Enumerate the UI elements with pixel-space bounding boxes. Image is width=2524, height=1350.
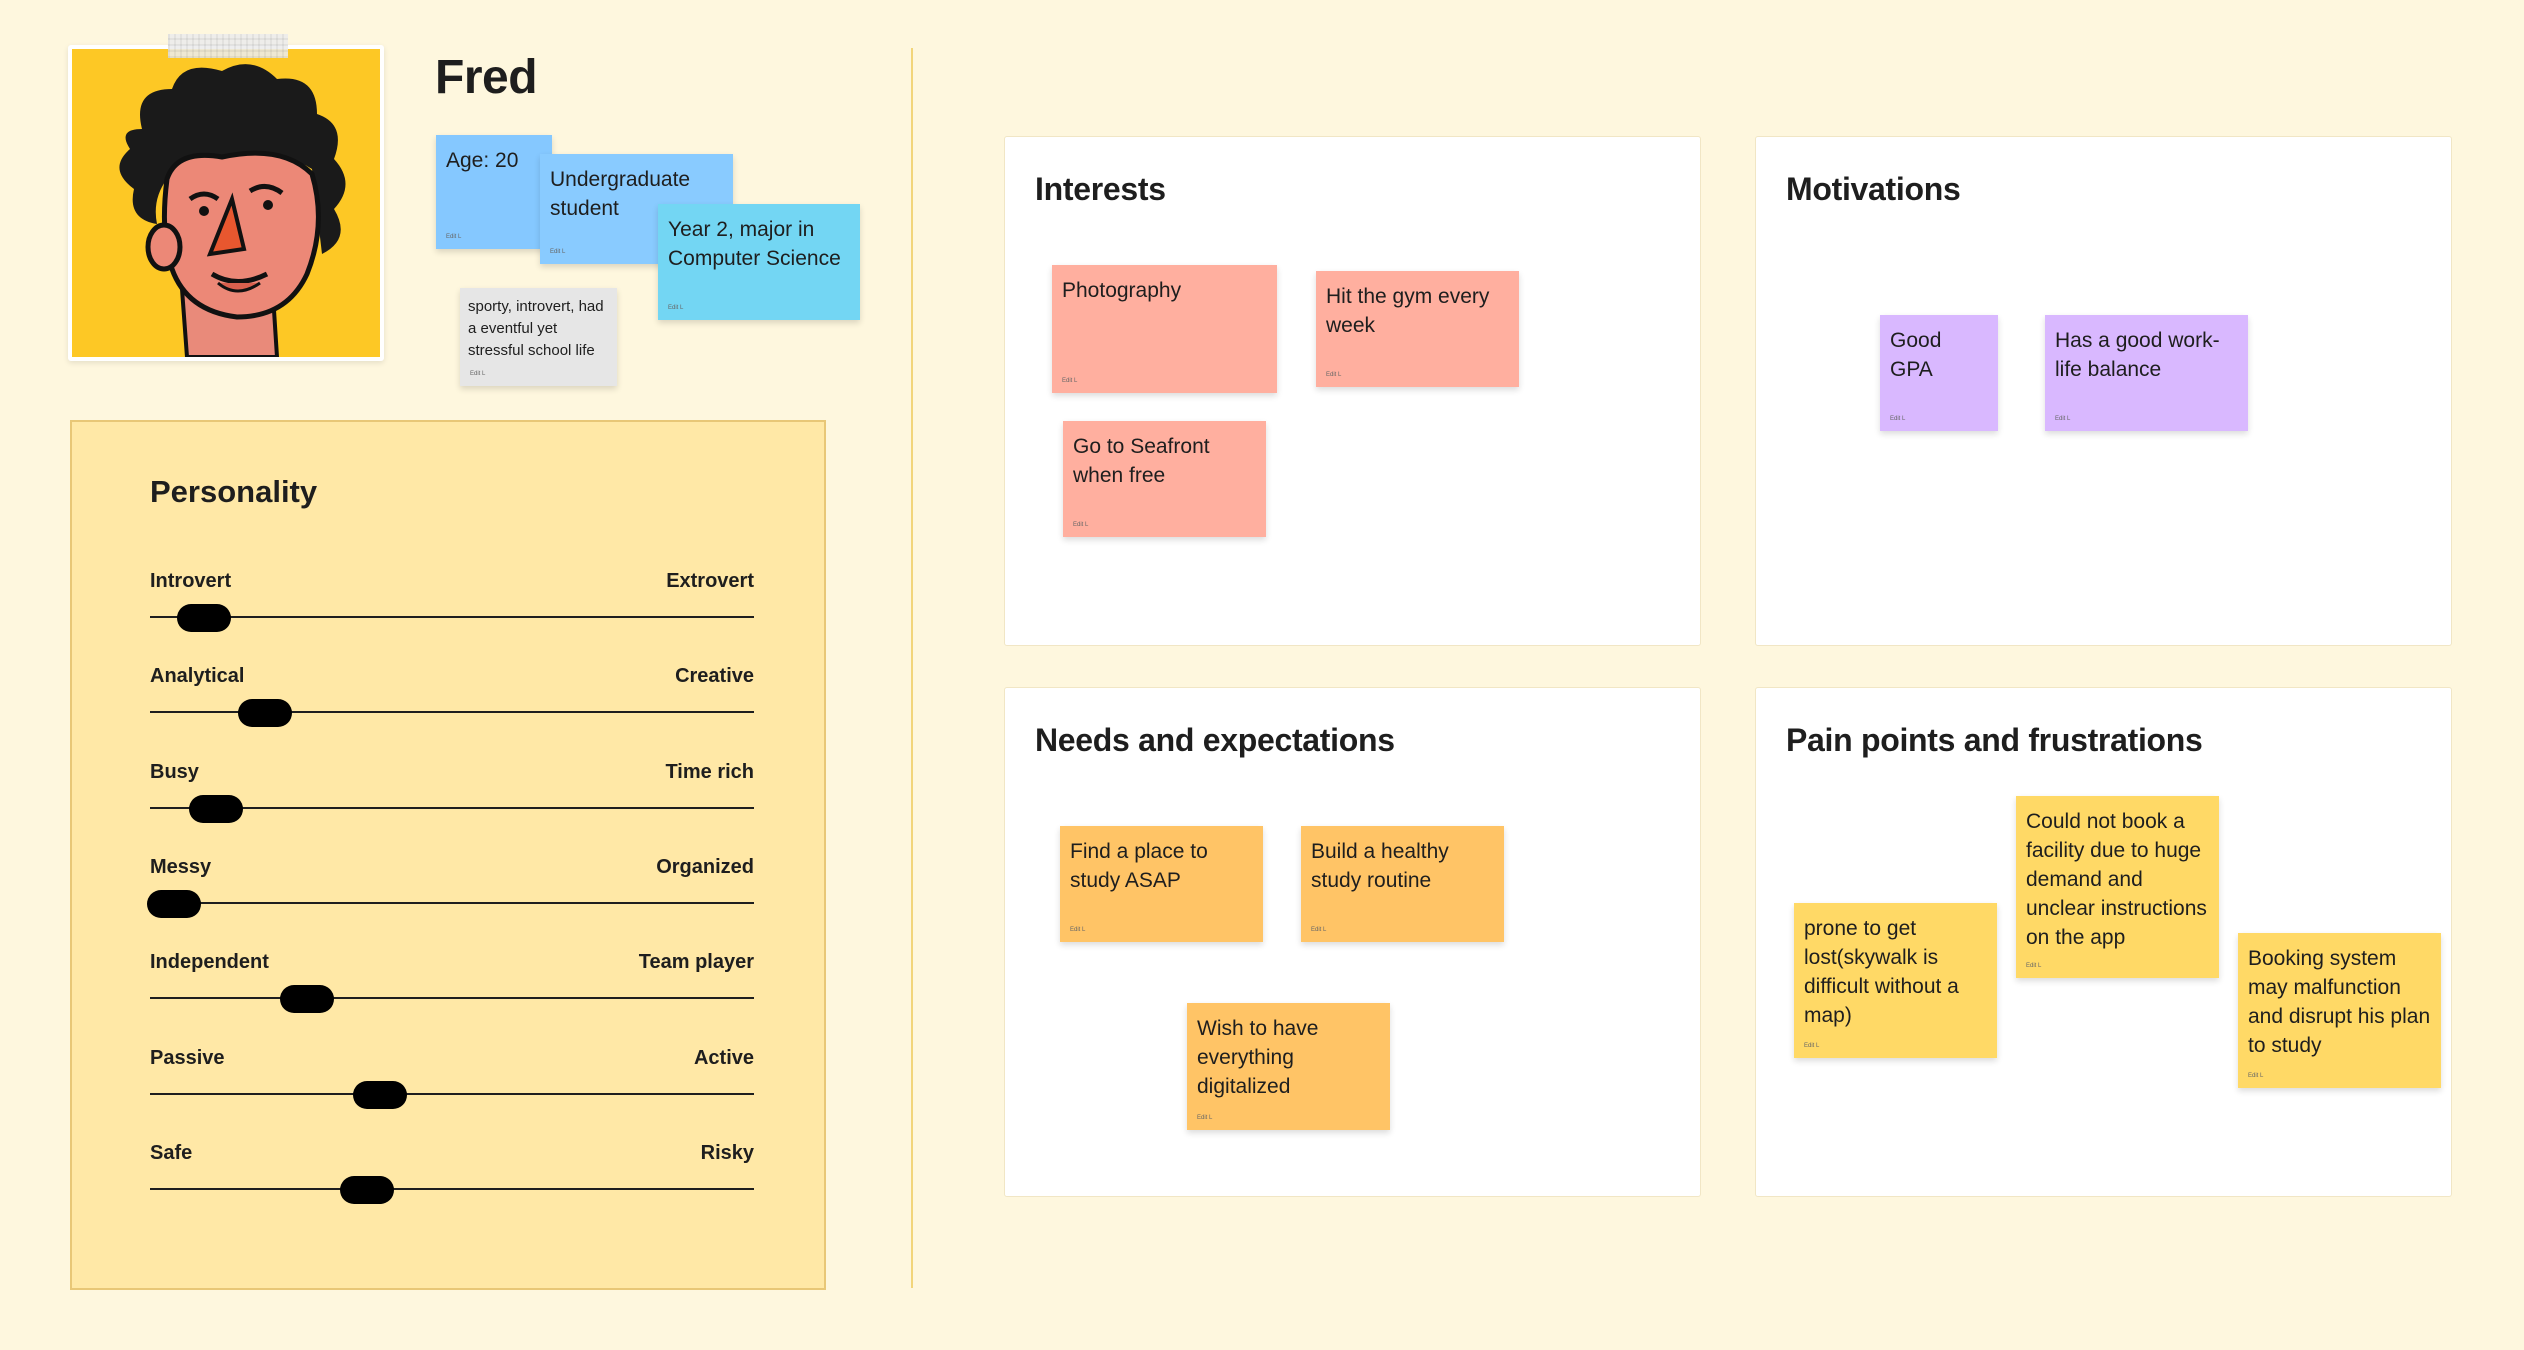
slider-right-label: Risky — [700, 1142, 754, 1164]
panel-motivations: Motivations Good GPA Edit L Has a good w… — [1755, 136, 2452, 646]
sticky-author: Edit L — [550, 249, 566, 255]
slider-left-label: Busy — [150, 761, 199, 783]
personality-slider[interactable]: Analytical Creative — [150, 665, 754, 735]
sticky-note[interactable]: Has a good work-life balance Edit L — [2045, 315, 2248, 431]
sticky-text: Wish to have everything digitalized — [1197, 1017, 1319, 1098]
sticky-author: Edit L — [1804, 1043, 1820, 1049]
sticky-text: Good GPA — [1890, 329, 1942, 381]
sticky-text: Booking system may malfunction and disru… — [2248, 947, 2431, 1057]
vertical-divider — [911, 48, 913, 1288]
sticky-author: Edit L — [1070, 927, 1086, 933]
slider-right-label: Creative — [675, 665, 754, 687]
sticky-text: Has a good work-life balance — [2055, 329, 2220, 381]
sticky-author: Edit L — [1197, 1115, 1213, 1121]
personality-slider[interactable]: Safe Risky — [150, 1142, 754, 1212]
avatar-illustration — [119, 64, 346, 357]
sticky-author: Edit L — [1073, 522, 1089, 528]
slider-thumb[interactable] — [177, 604, 232, 632]
personality-slider[interactable]: Introvert Extrovert — [150, 570, 754, 640]
slider-right-label: Team player — [638, 951, 754, 973]
sticky-note-age[interactable]: Age: 20 Edit L — [436, 135, 552, 249]
sticky-author: Edit L — [470, 371, 486, 377]
persona-name[interactable]: Fred — [435, 50, 538, 105]
panel-title: Needs and expectations — [1035, 722, 1395, 758]
sticky-text: Age: 20 — [446, 149, 519, 172]
slider-track[interactable] — [150, 997, 754, 999]
sticky-note[interactable]: prone to get lost(skywalk is difficult w… — [1794, 903, 1997, 1058]
slider-right-label: Organized — [656, 856, 754, 878]
sticky-note[interactable]: Hit the gym every week Edit L — [1316, 271, 1519, 387]
personality-slider[interactable]: Independent Team player — [150, 951, 754, 1021]
sticky-note[interactable]: Good GPA Edit L — [1880, 315, 1998, 431]
slider-track[interactable] — [150, 1093, 754, 1095]
sticky-note[interactable]: Wish to have everything digitalized Edit… — [1187, 1003, 1390, 1130]
avatar-card — [68, 45, 384, 361]
sticky-text: Photography — [1062, 279, 1182, 302]
slider-thumb[interactable] — [189, 795, 244, 823]
panel-title: Pain points and frustrations — [1786, 722, 2203, 758]
sticky-text: Go to Seafront when free — [1073, 435, 1210, 487]
sticky-note[interactable]: Build a healthy study routine Edit L — [1301, 826, 1504, 942]
slider-thumb[interactable] — [280, 985, 335, 1013]
slider-track[interactable] — [150, 902, 754, 904]
sticky-note[interactable]: Could not book a facility due to huge de… — [2016, 796, 2219, 978]
personality-slider[interactable]: Passive Active — [150, 1047, 754, 1117]
slider-thumb[interactable] — [352, 1081, 407, 1109]
sticky-note[interactable]: Go to Seafront when free Edit L — [1063, 421, 1266, 537]
tape — [168, 34, 288, 58]
sticky-text: prone to get lost(skywalk is difficult w… — [1804, 917, 1959, 1027]
slider-left-label: Passive — [150, 1047, 225, 1069]
sticky-author: Edit L — [446, 234, 462, 240]
slider-thumb[interactable] — [340, 1176, 395, 1204]
slider-thumb[interactable] — [237, 699, 292, 727]
sticky-author: Edit L — [1311, 927, 1327, 933]
panel-pain-points: Pain points and frustrations prone to ge… — [1755, 687, 2452, 1197]
sticky-note[interactable]: Find a place to study ASAP Edit L — [1060, 826, 1263, 942]
slider-left-label: Safe — [150, 1142, 193, 1164]
sticky-author: Edit L — [2248, 1073, 2264, 1079]
panel-needs: Needs and expectations Find a place to s… — [1004, 687, 1701, 1197]
personality-slider[interactable]: Busy Time rich — [150, 761, 754, 831]
slider-left-label: Introvert — [150, 570, 232, 592]
panel-title: Interests — [1035, 171, 1166, 207]
slider-left-label: Independent — [150, 951, 269, 973]
slider-right-label: Time rich — [665, 761, 754, 783]
slider-left-label: Messy — [150, 856, 212, 878]
sticky-author: Edit L — [668, 305, 684, 311]
sticky-note-major[interactable]: Year 2, major in Computer Science Edit L — [658, 204, 860, 320]
panel-interests: Interests Photography Edit L Hit the gym… — [1004, 136, 1701, 646]
slider-track[interactable] — [150, 1188, 754, 1190]
sticky-author: Edit L — [1890, 416, 1906, 422]
slider-thumb[interactable] — [147, 890, 202, 918]
panel-title: Motivations — [1786, 171, 1961, 207]
slider-right-label: Extrovert — [666, 570, 754, 592]
sticky-text: Could not book a facility due to huge de… — [2026, 810, 2207, 949]
sticky-text: sporty, introvert, had a eventful yet st… — [468, 298, 604, 359]
sticky-author: Edit L — [1062, 378, 1078, 384]
personality-slider[interactable]: Messy Organized — [147, 856, 754, 926]
slider-right-label: Active — [693, 1047, 754, 1069]
sticky-author: Edit L — [2026, 963, 2042, 969]
personality-panel: Personality Introvert Extrovert Analytical… — [70, 420, 826, 1290]
slider-track[interactable] — [150, 616, 754, 618]
sticky-note[interactable]: Photography Edit L — [1052, 265, 1277, 393]
sticky-author: Edit L — [1326, 372, 1342, 378]
slider-left-label: Analytical — [150, 665, 245, 687]
personality-title: Personality — [150, 474, 318, 509]
sticky-text: Hit the gym every week — [1326, 285, 1490, 337]
sticky-text: Year 2, major in Computer Science — [668, 218, 841, 270]
sticky-note-description[interactable]: sporty, introvert, had a eventful yet st… — [460, 288, 617, 386]
sticky-note[interactable]: Booking system may malfunction and disru… — [2238, 933, 2441, 1088]
sticky-text: Find a place to study ASAP — [1070, 840, 1208, 892]
sticky-text: Build a healthy study routine — [1311, 840, 1449, 892]
avatar-image — [72, 49, 380, 357]
sticky-author: Edit L — [2055, 416, 2071, 422]
